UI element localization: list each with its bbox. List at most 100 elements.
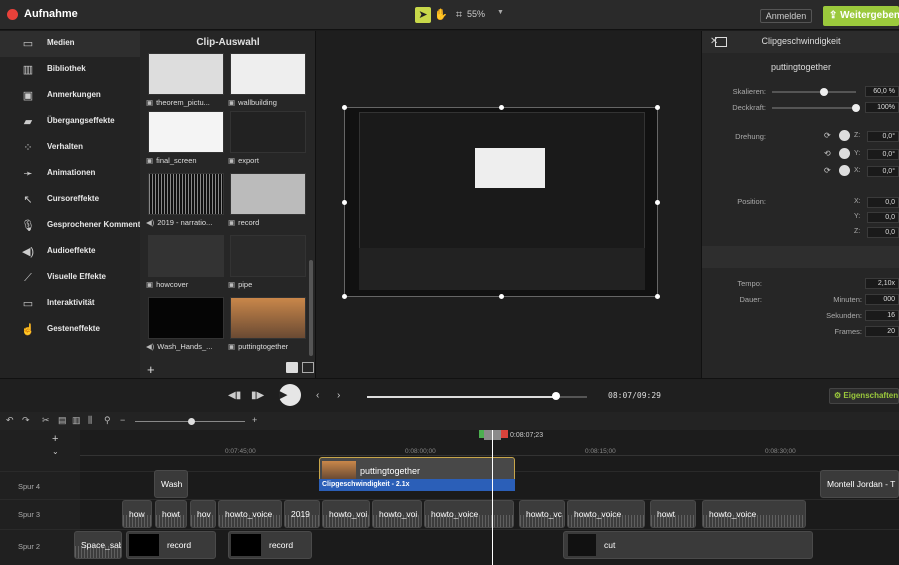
tempo-value[interactable]: 2,10x [865, 278, 899, 289]
position-y-value[interactable]: 0,0 [867, 212, 899, 223]
zoom-in-icon[interactable]: + [252, 415, 257, 425]
timeline-clip[interactable]: record [126, 531, 216, 559]
properties-button[interactable]: ⚙ Eigenschaften [829, 388, 899, 404]
redo-icon[interactable]: ↷ [22, 415, 30, 426]
position-z-value[interactable]: 0,0 [867, 227, 899, 238]
opacity-slider[interactable] [772, 107, 856, 109]
rotation-y-value[interactable]: 0,0° [867, 149, 899, 160]
clip-item[interactable]: ▣ puttingtogether [228, 297, 308, 351]
opacity-slider-knob[interactable] [852, 104, 860, 112]
rotate-x-dial[interactable] [839, 165, 850, 176]
rotate-y-dial[interactable] [839, 148, 850, 159]
sidebar-item-gesteneffekte[interactable]: ☝ Gesteneffekte [0, 317, 140, 343]
resize-handle[interactable] [655, 105, 660, 110]
add-track-icon[interactable]: + [52, 433, 58, 445]
rotation-z-value[interactable]: 0,0° [867, 131, 899, 142]
timeline-clip[interactable]: howto_voice [218, 500, 282, 528]
timeline-clip[interactable]: record [228, 531, 312, 559]
position-x-value[interactable]: 0,0 [867, 197, 899, 208]
timeline-clip[interactable]: howto_voi [372, 500, 422, 528]
pointer-tool-icon[interactable]: ➤ [415, 7, 431, 23]
rotation-x-value[interactable]: 0,0° [867, 166, 899, 177]
sidebar-item-audioeffekte[interactable]: ◀) Audioeffekte [0, 239, 140, 265]
timeline-clip[interactable]: Space_sab [74, 531, 122, 559]
clip-item[interactable]: ▣ final_screen [146, 111, 226, 165]
list-view-icon[interactable] [302, 362, 314, 373]
clip-item[interactable]: ▣ export [228, 111, 308, 165]
cut-icon[interactable]: ✂ [42, 415, 50, 426]
previous-icon[interactable]: ‹ [316, 390, 319, 401]
sidebar-item-anmerkungen[interactable]: ▣ Anmerkungen [0, 83, 140, 109]
clip-item[interactable]: ▣ pipe [228, 235, 308, 289]
resize-handle[interactable] [499, 105, 504, 110]
sidebar-item-medien[interactable]: ▭ Medien [0, 31, 140, 57]
timeline-clip[interactable]: Montell Jordan - T [820, 470, 899, 498]
timeline-clip[interactable]: howto_voice [424, 500, 514, 528]
timeline-clip[interactable]: howto_voi [322, 500, 370, 528]
clip-bin-scrollbar[interactable] [309, 260, 313, 356]
sidebar-item-cursoreffekte[interactable]: ↖ Cursoreffekte [0, 187, 140, 213]
scale-slider[interactable] [772, 91, 856, 93]
sidebar-item-kommentar[interactable]: 🎙 Gesprochener Kommentar [0, 213, 148, 239]
timeline-zoom-knob[interactable] [188, 418, 195, 425]
next-icon[interactable]: › [337, 390, 340, 401]
frames-value[interactable]: 20 [865, 326, 899, 337]
undo-icon[interactable]: ↶ [6, 415, 14, 426]
timeline-clip[interactable]: 2019 [284, 500, 320, 528]
crop-tool-icon[interactable]: ⌗ [451, 7, 467, 23]
step-back-icon[interactable]: ◀▮ [228, 390, 241, 401]
resize-handle[interactable] [655, 294, 660, 299]
speaker-icon: ◀) [21, 246, 35, 258]
resize-handle[interactable] [499, 294, 504, 299]
resize-handle[interactable] [342, 200, 347, 205]
step-forward-icon[interactable]: ▮▶ [251, 390, 264, 401]
timeline-clip[interactable]: howto_vc [519, 500, 565, 528]
timeline-clip[interactable]: cut [563, 531, 813, 559]
timeline-clip[interactable]: hov [190, 500, 216, 528]
sidebar-item-visuelle-effekte[interactable]: ⟋ Visuelle Effekte [0, 265, 140, 291]
resize-handle[interactable] [342, 105, 347, 110]
minutes-value[interactable]: 000 [865, 294, 899, 305]
sidebar-item-bibliothek[interactable]: ▥ Bibliothek [0, 57, 140, 83]
timeline-clip[interactable]: howto_voice [567, 500, 645, 528]
add-media-button[interactable]: + [147, 362, 155, 377]
zoom-select[interactable]: 55% [467, 9, 485, 19]
clip-item[interactable]: ▣ record [228, 173, 308, 227]
timeline-clip[interactable]: howt [155, 500, 187, 528]
chevron-down-icon[interactable]: ▼ [497, 9, 504, 16]
clip-item[interactable]: ▣ theorem_pictu... [146, 53, 226, 107]
resize-handle[interactable] [342, 294, 347, 299]
timeline-clip[interactable]: how [122, 500, 152, 528]
split-icon[interactable]: ⫼ [88, 415, 92, 426]
play-button[interactable]: ▶ [279, 384, 301, 406]
sidebar-item-uebergangseffekte[interactable]: ▰ Übergangseffekte [0, 109, 140, 135]
preview-canvas[interactable] [342, 105, 660, 299]
seconds-value[interactable]: 16 [865, 310, 899, 321]
clip-item[interactable]: ◀) Wash_Hands_... [146, 297, 226, 351]
timeline-clip[interactable]: howto_voice [702, 500, 806, 528]
selection-end-marker[interactable] [500, 430, 508, 438]
resize-handle[interactable] [655, 200, 660, 205]
timeline-clip[interactable]: howt [650, 500, 696, 528]
zoom-icon[interactable]: ⚲ [104, 415, 111, 426]
clip-label: record [269, 540, 294, 550]
opacity-value[interactable]: 100% [865, 102, 899, 113]
clip-item[interactable]: ▣ wallbuilding [228, 53, 308, 107]
sidebar-item-interaktivitaet[interactable]: ▭ Interaktivität [0, 291, 140, 317]
zoom-out-icon[interactable]: − [120, 415, 125, 425]
paste-icon[interactable]: ▥ [72, 415, 81, 426]
share-button[interactable]: ⇪ Weitergeben [823, 6, 899, 26]
copy-icon[interactable]: ▤ [58, 415, 67, 426]
clip-item[interactable]: ◀) 2019 - narratio... [146, 173, 226, 227]
chevron-down-icon[interactable]: ⌄ [52, 447, 59, 456]
scale-slider-knob[interactable] [820, 88, 828, 96]
timeline-clip[interactable]: Wash [154, 470, 188, 498]
rotate-z-dial[interactable] [839, 130, 850, 141]
sidebar-item-verhalten[interactable]: ⁘ Verhalten [0, 135, 140, 161]
sidebar-item-animationen[interactable]: ➛ Animationen [0, 161, 140, 187]
clip-item[interactable]: ▣ howcover [146, 235, 226, 289]
scale-value[interactable]: 60,0 % [865, 86, 899, 97]
grid-view-icon[interactable] [286, 362, 298, 373]
login-button[interactable]: Anmelden [760, 9, 812, 23]
hand-tool-icon[interactable]: ✋ [433, 7, 449, 23]
